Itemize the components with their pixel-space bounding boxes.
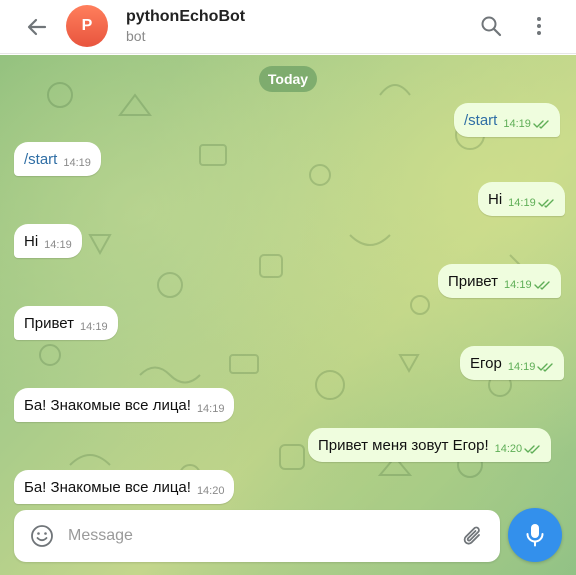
more-menu-button[interactable] [530, 14, 548, 38]
message-outgoing[interactable]: Привет меня зовут Егор! 14:20 [308, 428, 552, 462]
message-text: Привет [448, 272, 499, 290]
message-text[interactable]: /start [464, 112, 497, 129]
message-meta: 14:19 [44, 239, 72, 251]
message-text: Hi [488, 190, 503, 208]
message-meta: 14:19 [508, 361, 555, 373]
message-meta: 14:19 [504, 279, 551, 291]
message-text: Hi [24, 232, 39, 250]
message-text: Привет [24, 314, 75, 332]
search-icon [481, 16, 502, 37]
back-button[interactable] [24, 14, 50, 40]
message-text: Ба! Знакомые все лица! [24, 478, 191, 496]
message-incoming[interactable]: /start 14:19 [14, 142, 101, 176]
message-outgoing[interactable]: Егор 14:19 [460, 346, 565, 380]
chat-subtitle: bot [126, 28, 146, 44]
message-meta: 14:19 [508, 197, 555, 209]
paperclip-icon [463, 526, 480, 545]
microphone-icon [526, 524, 544, 547]
message-time: 14:19 [63, 157, 91, 169]
message-meta: 14:19 [503, 118, 550, 130]
message-input[interactable] [68, 518, 448, 554]
double-check-icon [533, 120, 549, 129]
message-incoming[interactable]: Ба! Знакомые все лица! 14:20 [14, 470, 235, 504]
message-list[interactable]: Today /start 14:19 /start 14:19 Hi 14:19… [0, 55, 576, 575]
message-time: 14:19 [508, 197, 536, 209]
message-text[interactable]: /start [24, 151, 57, 168]
message-composer [14, 510, 500, 562]
arrow-left-icon [27, 18, 47, 36]
chat-title: pythonEchoBot [126, 8, 246, 25]
date-separator: Today [259, 66, 317, 92]
double-check-icon [538, 199, 554, 208]
message-text: Привет меня зовут Егор! [318, 436, 489, 454]
message-meta: 14:19 [63, 157, 91, 169]
message-time: 14:19 [503, 118, 531, 130]
message-meta: 14:20 [495, 443, 542, 455]
emoji-button[interactable] [30, 524, 54, 548]
voice-record-button[interactable] [508, 508, 562, 562]
message-meta: 14:19 [80, 321, 108, 333]
message-outgoing[interactable]: Привет 14:19 [438, 264, 561, 298]
message-time: 14:20 [494, 443, 523, 455]
message-time: 14:19 [196, 403, 225, 415]
double-check-icon [524, 445, 540, 454]
smile-icon [31, 525, 53, 547]
double-check-icon [533, 281, 550, 290]
message-incoming[interactable]: Hi 14:19 [14, 224, 82, 258]
message-meta: 14:20 [197, 485, 225, 497]
message-meta: 14:19 [197, 403, 225, 415]
more-vertical-icon [537, 17, 541, 35]
message-text: Егор [470, 354, 502, 372]
chat-header: P pythonEchoBot bot [0, 0, 576, 54]
message-outgoing[interactable]: /start 14:19 [454, 103, 560, 137]
message-time: 14:19 [44, 239, 72, 251]
avatar[interactable]: P [66, 5, 108, 47]
search-button[interactable] [480, 15, 502, 37]
message-incoming[interactable]: Привет 14:19 [14, 306, 118, 340]
message-text: Ба! Знакомые все лица! [24, 396, 191, 414]
message-incoming[interactable]: Ба! Знакомые все лица! 14:19 [14, 388, 235, 422]
chat-info[interactable]: pythonEchoBot bot [126, 8, 245, 46]
message-time: 14:19 [504, 279, 532, 291]
message-time: 14:19 [80, 321, 108, 333]
avatar-letter: P [81, 17, 93, 34]
double-check-icon [537, 363, 554, 372]
message-time: 14:20 [196, 485, 225, 497]
message-outgoing[interactable]: Hi 14:19 [478, 182, 565, 216]
attach-button[interactable] [462, 524, 484, 548]
message-time: 14:19 [507, 361, 536, 373]
